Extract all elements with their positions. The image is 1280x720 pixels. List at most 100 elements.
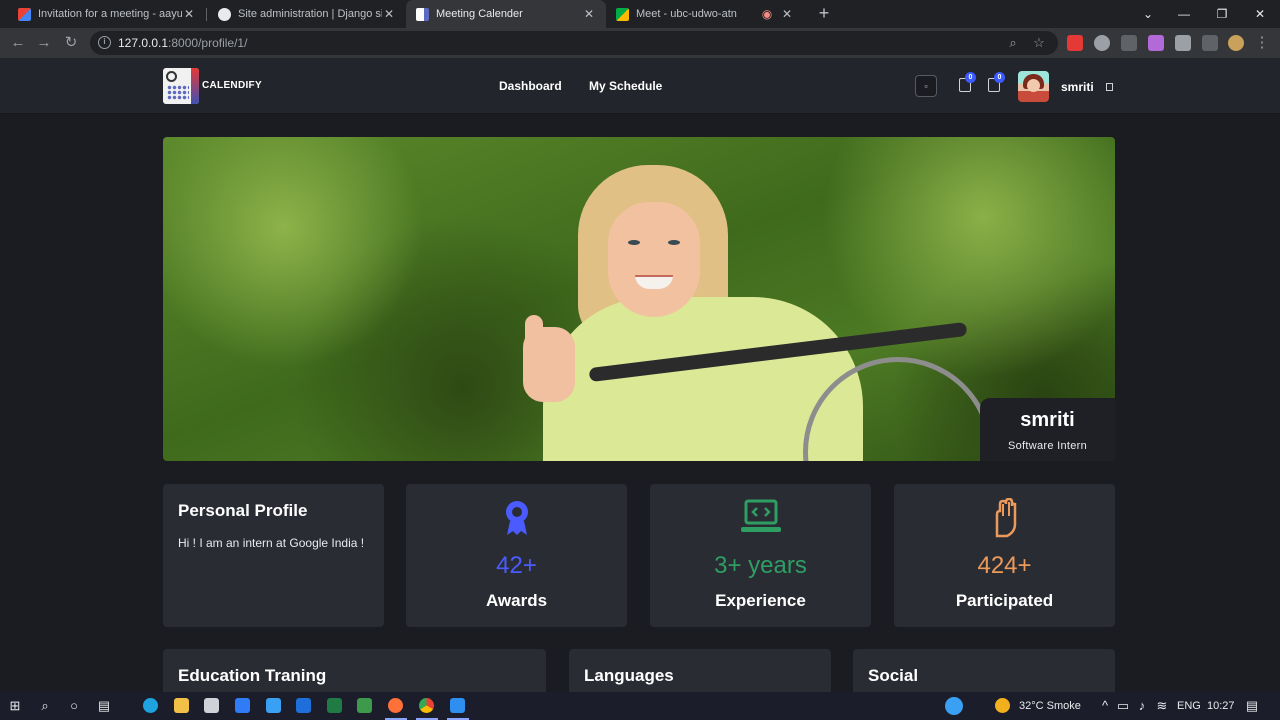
experience-value: 3+ years — [714, 552, 807, 579]
recording-icon: ◉ — [761, 7, 773, 21]
browser-tab-meet[interactable]: Meet - ubc-udwo-atn ◉ ✕ — [606, 0, 804, 28]
mail-icon[interactable] — [296, 698, 311, 713]
new-tab-icon[interactable]: + — [814, 3, 834, 23]
tab-title: Invitation for a meeting - aayush — [38, 8, 182, 20]
social-title: Social — [868, 666, 919, 685]
edge-icon[interactable] — [143, 698, 158, 713]
windows-taskbar: ⊞ ⌕ ○ ▤ 32°C Smoke ^ ▭ ♪ ≋ ENG 10:27 ▤ — [0, 692, 1280, 720]
windows-start-icon[interactable]: ⊞ — [6, 697, 24, 715]
education-title: Education Traning — [178, 666, 327, 685]
weather-icon[interactable] — [995, 698, 1010, 713]
experience-card: 3+ years Experience — [650, 484, 871, 627]
notifications-center-icon[interactable]: ▤ — [1243, 697, 1261, 715]
profile-name-card: smriti Software Intern — [980, 398, 1115, 461]
raised-hand-icon — [995, 498, 1016, 538]
tab-search-icon[interactable]: ⌄ — [1130, 0, 1166, 28]
battery-icon[interactable]: ▭ — [1114, 697, 1132, 715]
close-window-icon[interactable]: ✕ — [1242, 0, 1278, 28]
laptop-code-icon — [740, 499, 781, 532]
browser-tab-meeting-calender[interactable]: Meeting Calender ✕ — [406, 0, 606, 28]
clock-time[interactable]: 10:27 — [1207, 700, 1235, 712]
extension-pocket-icon[interactable] — [1067, 35, 1083, 51]
personal-profile-card: Personal Profile Hi ! I am an intern at … — [163, 484, 384, 627]
user-menu-icon[interactable] — [1106, 83, 1113, 91]
tab-title: Meeting Calender — [436, 8, 523, 20]
profile-name: smriti — [1020, 409, 1075, 431]
url-host: 127.0.0.1 — [118, 36, 169, 50]
participated-label: Participated — [955, 591, 1054, 610]
awards-count: 42+ — [496, 552, 537, 579]
user-avatar[interactable] — [1018, 71, 1049, 102]
messages-badge: 0 — [994, 72, 1005, 83]
extensions-puzzle-icon[interactable] — [1175, 35, 1191, 51]
gmail-icon — [18, 7, 31, 21]
awards-card: 42+ Awards — [406, 484, 627, 627]
close-tab-icon[interactable]: ✕ — [582, 7, 596, 21]
notifications-badge: 0 — [965, 72, 976, 83]
tray-chevron-icon[interactable]: ^ — [1096, 697, 1114, 715]
maximize-icon[interactable]: ❐ — [1204, 0, 1240, 28]
profile-role: Software Intern — [1007, 440, 1088, 452]
forward-icon[interactable]: → — [34, 33, 54, 53]
site-info-icon[interactable]: i — [98, 36, 111, 49]
browser-tab-django[interactable]: Site administration | Django site ✕ — [208, 0, 406, 28]
profile-avatar-icon[interactable] — [1228, 35, 1244, 51]
back-icon[interactable]: ← — [8, 33, 28, 53]
globe-icon — [218, 7, 231, 21]
brand-name[interactable]: CALENDIFY — [202, 80, 262, 91]
participated-card: 424+ Participated — [894, 484, 1115, 627]
bookmark-star-icon[interactable]: ☆ — [1030, 34, 1048, 52]
languages-title: Languages — [584, 666, 674, 685]
browser-tab-gmail[interactable]: Invitation for a meeting - aayush ✕ — [8, 0, 206, 28]
tab-divider — [206, 8, 207, 21]
weather-text[interactable]: 32°C Smoke — [1019, 700, 1081, 712]
browser-menu-icon[interactable]: ⋮ — [1252, 33, 1272, 53]
store-icon[interactable] — [204, 698, 219, 713]
calendify-logo-icon[interactable] — [163, 68, 199, 104]
task-view-icon[interactable]: ▤ — [95, 697, 113, 715]
cortana-icon[interactable]: ○ — [65, 697, 83, 715]
volume-icon[interactable]: ♪ — [1133, 697, 1151, 715]
address-bar[interactable]: i 127.0.0.1:8000/profile/1/ ⌕ ☆ — [90, 31, 1058, 55]
file-explorer-icon[interactable] — [174, 698, 189, 713]
experience-label: Experience — [715, 591, 806, 610]
azure-icon[interactable] — [266, 698, 281, 713]
dropbox-icon[interactable] — [235, 698, 250, 713]
close-tab-icon[interactable]: ✕ — [382, 7, 396, 21]
excel-icon[interactable] — [327, 698, 342, 713]
browser-toolbar: ← → ↻ i 127.0.0.1:8000/profile/1/ ⌕ ☆ ⋮ — [0, 28, 1280, 58]
profile-cover-image — [163, 137, 1115, 461]
browser-tab-strip: Invitation for a meeting - aayush ✕ Site… — [0, 0, 1280, 28]
url-path: :8000/profile/1/ — [168, 36, 248, 50]
personal-profile-text: Hi ! I am an intern at Google India ! — [178, 536, 365, 550]
extension-screen-icon[interactable] — [1121, 35, 1137, 51]
wifi-icon[interactable]: ≋ — [1153, 697, 1171, 715]
award-icon — [505, 501, 528, 535]
firefox-icon[interactable] — [388, 698, 403, 713]
close-tab-icon[interactable]: ✕ — [182, 7, 196, 21]
zoom-icon[interactable]: ⌕ — [1004, 34, 1022, 52]
theme-toggle-button[interactable]: ▫ — [915, 75, 937, 97]
participated-count: 424+ — [977, 552, 1032, 579]
nav-username[interactable]: smriti — [1061, 80, 1094, 94]
chrome-icon[interactable] — [419, 698, 434, 713]
calendar-icon — [416, 7, 429, 21]
help-icon[interactable] — [945, 697, 963, 715]
tab-title: Meet - ubc-udwo-atn — [636, 8, 737, 20]
url-text[interactable]: 127.0.0.1:8000/profile/1/ — [118, 36, 247, 50]
meet-icon — [616, 7, 629, 21]
tab-title: Site administration | Django site — [238, 8, 382, 20]
cast-icon[interactable] — [1202, 35, 1218, 51]
language-indicator[interactable]: ENG — [1177, 700, 1201, 712]
search-icon[interactable]: ⌕ — [36, 697, 54, 715]
extension-gear-icon[interactable] — [1094, 35, 1110, 51]
gallery-icon[interactable] — [357, 698, 372, 713]
reload-icon[interactable]: ↻ — [61, 33, 81, 53]
minimize-icon[interactable]: — — [1166, 0, 1202, 28]
awards-label: Awards — [485, 591, 548, 610]
nav-my-schedule-link[interactable]: My Schedule — [589, 79, 662, 93]
nav-dashboard-link[interactable]: Dashboard — [499, 79, 562, 93]
close-tab-icon[interactable]: ✕ — [780, 7, 794, 21]
extension-chart-icon[interactable] — [1148, 35, 1164, 51]
vscode-icon[interactable] — [450, 698, 465, 713]
